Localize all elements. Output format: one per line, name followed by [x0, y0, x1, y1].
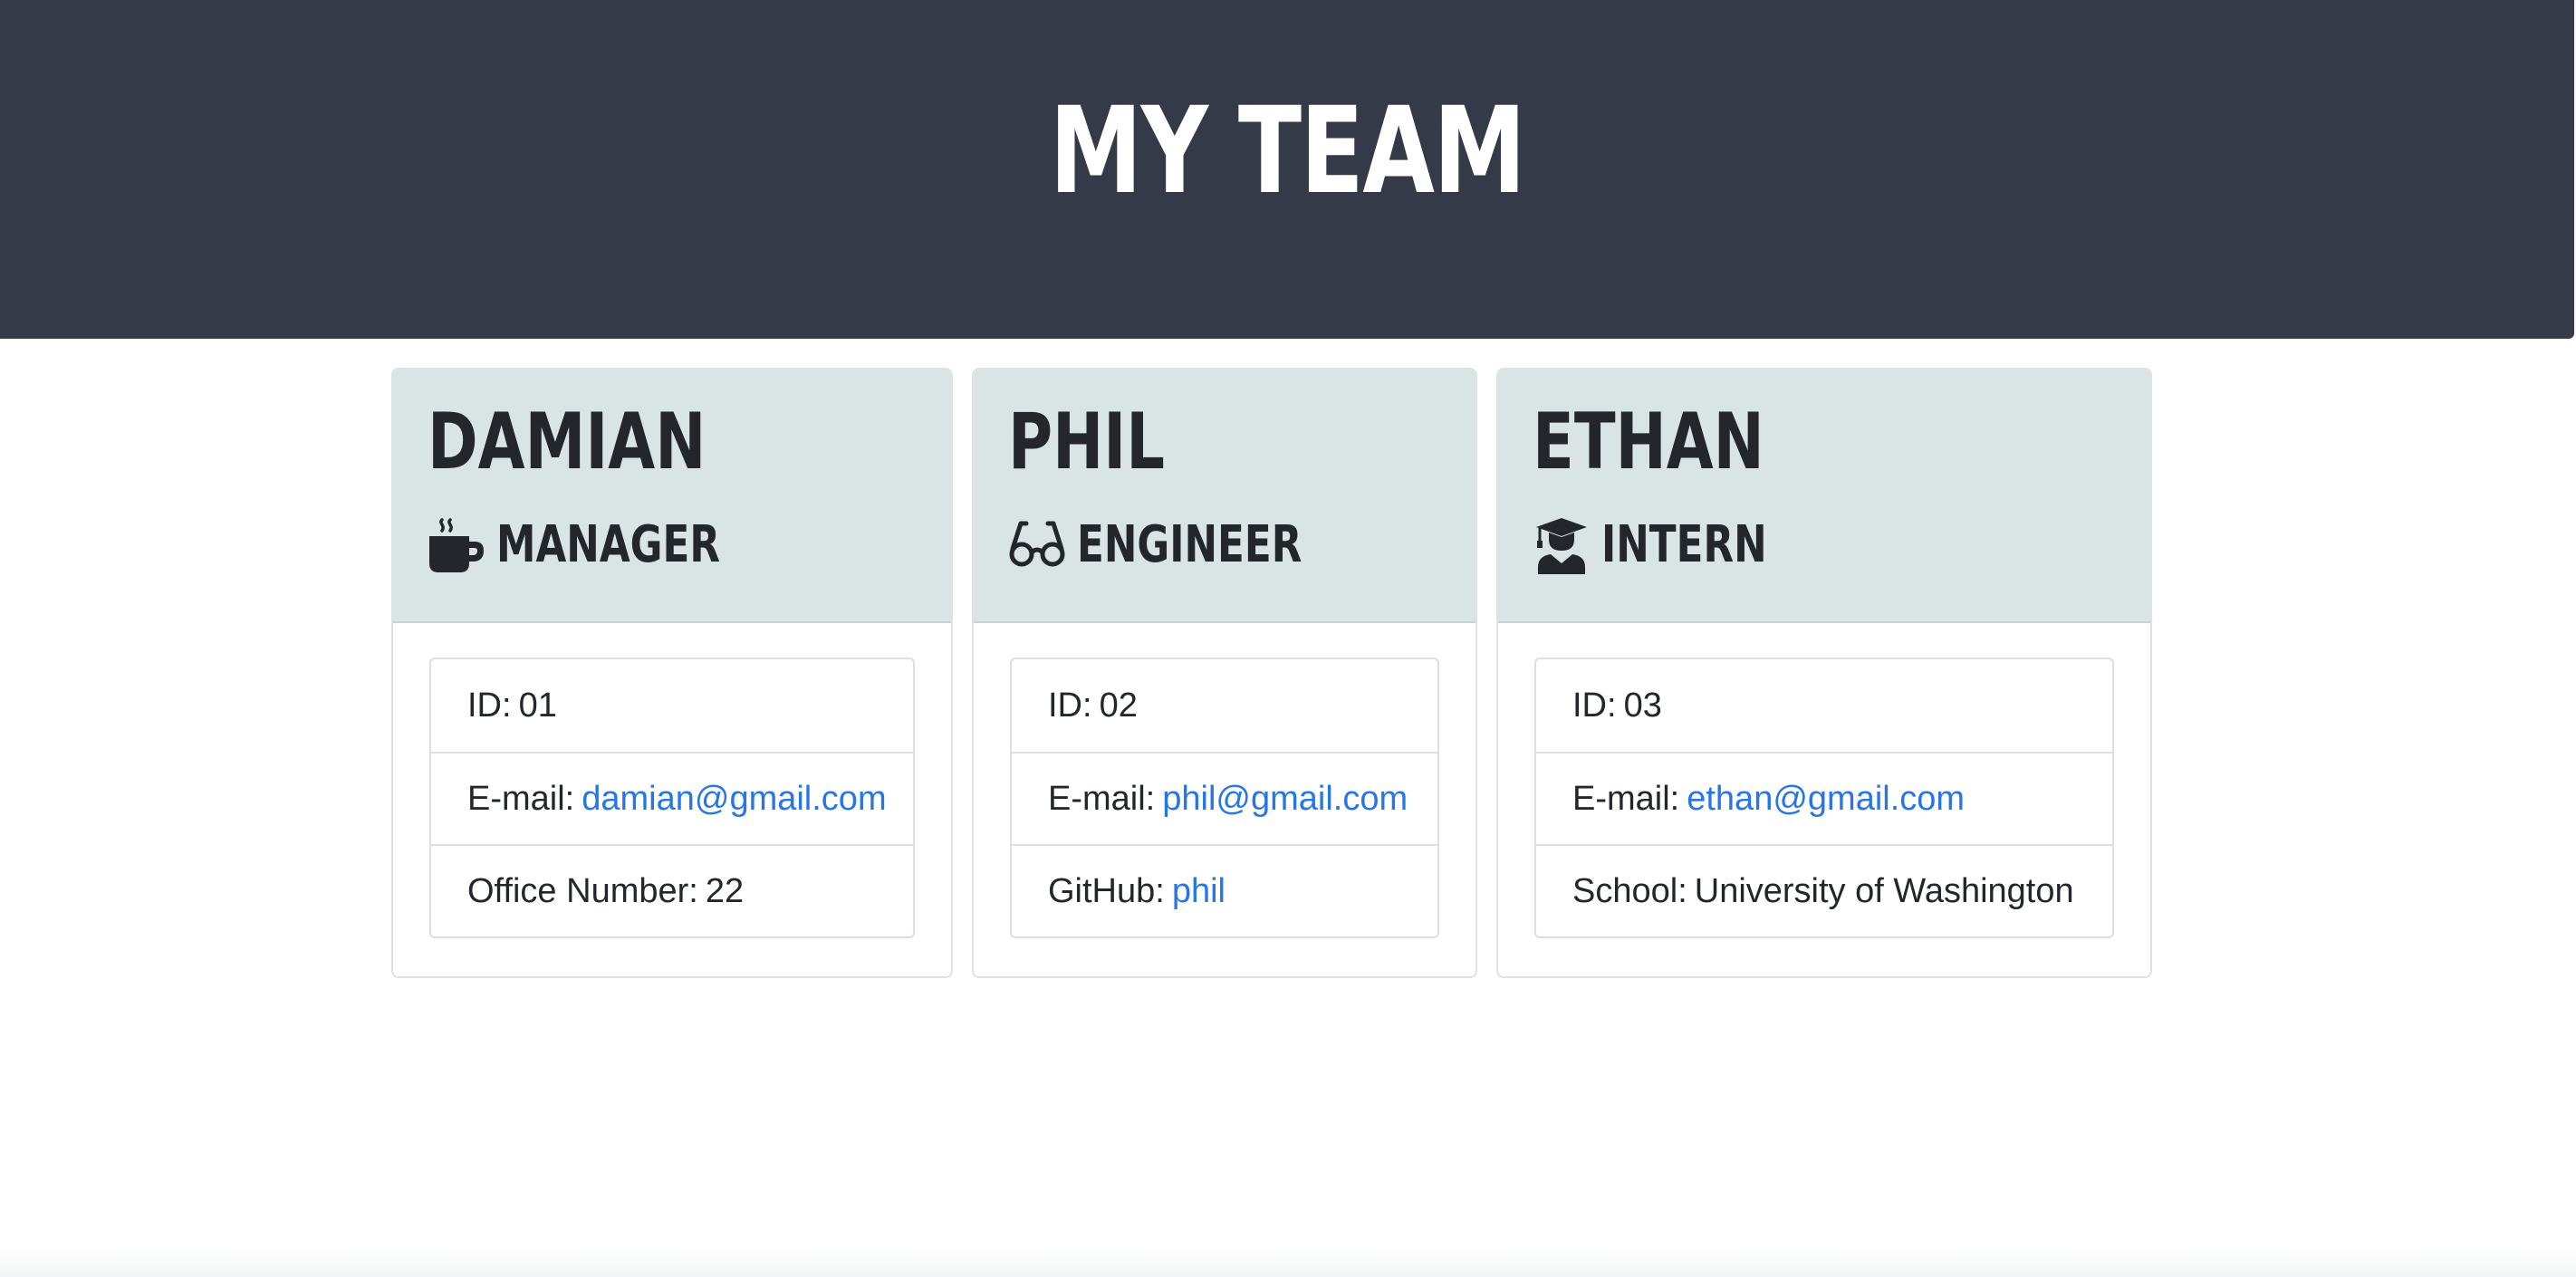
list-item-school: School: University of Washington: [1536, 844, 2112, 936]
email-label: E-mail:: [467, 779, 575, 818]
list-item-email: E-mail: ethan@gmail.com: [1536, 752, 2112, 844]
page-title: MY TEAM: [1049, 82, 1526, 221]
role-label: MANAGER: [496, 515, 720, 574]
employee-name: ETHAN: [1533, 397, 1764, 487]
list-item-email: E-mail: damian@gmail.com: [431, 752, 913, 844]
employee-card-intern: ETHAN INTERN ID: 03 E-mail: ethan@gmail.…: [1496, 368, 2152, 978]
card-header: ETHAN INTERN: [1498, 370, 2150, 623]
id-value: 01: [518, 686, 557, 725]
employee-card-manager: DAMIAN MANAGER ID: 01 E-mail: damian@gma…: [391, 368, 953, 978]
info-list: ID: 01 E-mail: damian@gmail.com Office N…: [429, 658, 915, 938]
graduate-icon: [1533, 516, 1591, 574]
email-label: E-mail:: [1572, 779, 1680, 818]
list-item-github: GitHub: phil: [1012, 844, 1437, 936]
email-label: E-mail:: [1048, 779, 1156, 818]
github-label: GitHub:: [1048, 871, 1165, 910]
employee-name: PHIL: [1008, 397, 1166, 487]
employee-role: MANAGER: [428, 509, 783, 581]
info-list: ID: 02 E-mail: phil@gmail.com GitHub: ph…: [1010, 658, 1439, 938]
page-footer-shade: [0, 1248, 2576, 1277]
office-number-value: 22: [705, 871, 745, 910]
id-label: ID:: [467, 686, 512, 725]
id-label: ID:: [1048, 686, 1092, 725]
list-item-office-number: Office Number: 22: [431, 844, 913, 936]
list-item-id: ID: 02: [1012, 659, 1437, 752]
card-header: DAMIAN MANAGER: [393, 370, 951, 623]
email-link[interactable]: ethan@gmail.com: [1687, 780, 1965, 819]
office-number-label: Office Number:: [467, 871, 698, 910]
info-list: ID: 03 E-mail: ethan@gmail.com School: U…: [1534, 658, 2114, 938]
glasses-icon: [1008, 516, 1066, 574]
employee-name: DAMIAN: [428, 397, 706, 487]
id-value: 03: [1623, 686, 1662, 725]
school-label: School:: [1572, 871, 1687, 910]
role-label: ENGINEER: [1077, 515, 1302, 574]
coffee-mug-icon: [428, 516, 485, 574]
list-item-id: ID: 01: [431, 659, 913, 752]
employee-card-engineer: PHIL ENGINEER ID: 02 E-mail: phil@gmail.…: [972, 368, 1477, 978]
page-header: MY TEAM: [0, 0, 2574, 339]
email-link[interactable]: damian@gmail.com: [582, 780, 886, 819]
employee-role: ENGINEER: [1008, 509, 1365, 581]
email-link[interactable]: phil@gmail.com: [1162, 780, 1408, 819]
github-link[interactable]: phil: [1172, 872, 1226, 911]
employee-role: INTERN: [1533, 509, 1813, 581]
card-header: PHIL ENGINEER: [974, 370, 1475, 623]
role-label: INTERN: [1601, 515, 1767, 574]
school-value: University of Washington: [1694, 871, 2074, 910]
id-value: 02: [1099, 686, 1138, 725]
list-item-email: E-mail: phil@gmail.com: [1012, 752, 1437, 844]
list-item-id: ID: 03: [1536, 659, 2112, 752]
id-label: ID:: [1572, 686, 1617, 725]
